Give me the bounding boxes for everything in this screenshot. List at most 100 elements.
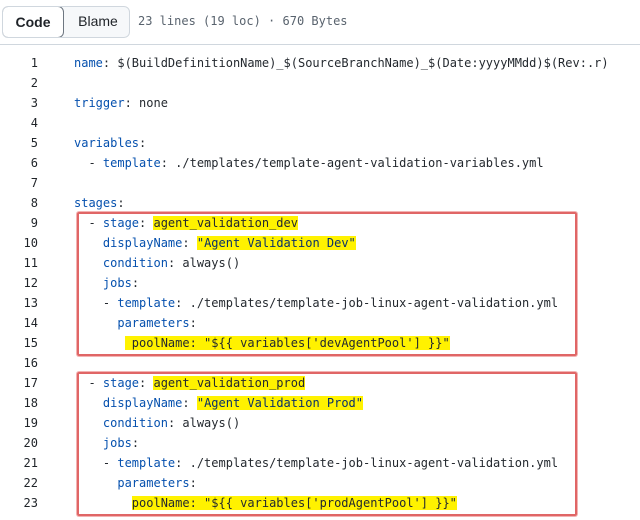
line-content: name: $(BuildDefinitionName)_$(SourceBra… bbox=[74, 53, 609, 73]
code-token: : $(BuildDefinitionName)_$(SourceBranchN… bbox=[102, 56, 609, 70]
line-number[interactable]: 17 bbox=[0, 373, 38, 393]
line-number[interactable]: 23 bbox=[0, 493, 38, 513]
code-token: : bbox=[139, 216, 154, 230]
highlighted-token: poolName: "${{ variables['devAgentPool']… bbox=[124, 336, 450, 350]
code-line: 20 jobs: bbox=[0, 433, 640, 453]
line-content: - stage: agent_validation_dev bbox=[74, 213, 298, 233]
code-line: 19 condition: always() bbox=[0, 413, 640, 433]
line-number[interactable]: 2 bbox=[0, 73, 38, 93]
line-content: parameters: bbox=[74, 313, 197, 333]
code-tab-button[interactable]: Code bbox=[3, 7, 64, 37]
highlighted-token: agent_validation_prod bbox=[153, 376, 306, 390]
code-token: - bbox=[74, 156, 103, 170]
code-line: 2 bbox=[0, 73, 640, 93]
line-number[interactable]: 1 bbox=[0, 53, 38, 73]
code-token: : ./templates/template-agent-validation-… bbox=[160, 156, 544, 170]
code-token: displayName bbox=[102, 396, 183, 410]
line-number[interactable]: 20 bbox=[0, 433, 38, 453]
line-number[interactable]: 3 bbox=[0, 93, 38, 113]
code-token: : ./templates/template-job-linux-agent-v… bbox=[175, 456, 559, 470]
highlighted-token: "Agent Validation Dev" bbox=[196, 236, 356, 250]
code-line: 17 - stage: agent_validation_prod bbox=[0, 373, 640, 393]
code-line: 13 - template: ./templates/template-job-… bbox=[0, 293, 640, 313]
code-token: trigger bbox=[74, 96, 125, 110]
code-token: : bbox=[182, 236, 197, 250]
line-content: poolName: "${{ variables['devAgentPool']… bbox=[74, 333, 450, 353]
line-content: displayName: "Agent Validation Dev" bbox=[74, 233, 356, 253]
code-token: condition bbox=[102, 256, 168, 270]
line-content: jobs: bbox=[74, 273, 139, 293]
line-number[interactable]: 6 bbox=[0, 153, 38, 173]
code-token: : bbox=[189, 316, 197, 330]
code-line: 15 poolName: "${{ variables['devAgentPoo… bbox=[0, 333, 640, 353]
code-line: 18 displayName: "Agent Validation Prod" bbox=[0, 393, 640, 413]
blame-tab-button[interactable]: Blame bbox=[65, 7, 129, 37]
code-token: : none bbox=[124, 96, 168, 110]
line-number[interactable]: 21 bbox=[0, 453, 38, 473]
line-number[interactable]: 22 bbox=[0, 473, 38, 493]
line-number[interactable]: 19 bbox=[0, 413, 38, 433]
code-line: 23 poolName: "${{ variables['prodAgentPo… bbox=[0, 493, 640, 513]
line-content: - template: ./templates/template-job-lin… bbox=[74, 293, 558, 313]
line-content: - template: ./templates/template-job-lin… bbox=[74, 453, 558, 473]
code-token: - bbox=[74, 456, 118, 470]
code-line: 8 stages: bbox=[0, 193, 640, 213]
line-number[interactable]: 12 bbox=[0, 273, 38, 293]
code-line: 4 bbox=[0, 113, 640, 133]
line-number[interactable]: 10 bbox=[0, 233, 38, 253]
code-token: displayName bbox=[102, 236, 183, 250]
file-info: 23 lines (19 loc) · 670 Bytes bbox=[138, 14, 348, 28]
code-token: : ./templates/template-job-linux-agent-v… bbox=[175, 296, 559, 310]
line-number[interactable]: 15 bbox=[0, 333, 38, 353]
code-line: 5 variables: bbox=[0, 133, 640, 153]
code-line: 11 condition: always() bbox=[0, 253, 640, 273]
code-token: stages bbox=[74, 196, 118, 210]
code-token: - bbox=[74, 296, 118, 310]
code-token: : bbox=[182, 396, 197, 410]
code-token: parameters bbox=[117, 316, 190, 330]
highlighted-token: "Agent Validation Prod" bbox=[196, 396, 364, 410]
code-token: template bbox=[102, 156, 161, 170]
line-number[interactable]: 11 bbox=[0, 253, 38, 273]
line-number[interactable]: 16 bbox=[0, 353, 38, 373]
code-token: : bbox=[139, 376, 154, 390]
line-number[interactable]: 14 bbox=[0, 313, 38, 333]
code-line: 6 - template: ./templates/template-agent… bbox=[0, 153, 640, 173]
code-line: 14 parameters: bbox=[0, 313, 640, 333]
line-number[interactable]: 18 bbox=[0, 393, 38, 413]
code-line: 22 parameters: bbox=[0, 473, 640, 493]
highlighted-token: agent_validation_dev bbox=[153, 216, 298, 230]
file-toolbar: Code Blame 23 lines (19 loc) · 670 Bytes bbox=[0, 0, 640, 44]
code-token: - bbox=[74, 216, 103, 230]
code-line: 21 - template: ./templates/template-job-… bbox=[0, 453, 640, 473]
line-number[interactable]: 4 bbox=[0, 113, 38, 133]
code-token: name bbox=[74, 56, 103, 70]
code-token: jobs bbox=[102, 276, 132, 290]
code-line: 9 - stage: agent_validation_dev bbox=[0, 213, 640, 233]
code-token: jobs bbox=[102, 436, 132, 450]
line-content: trigger: none bbox=[74, 93, 168, 113]
code-token: parameters bbox=[117, 476, 190, 490]
line-content: displayName: "Agent Validation Prod" bbox=[74, 393, 364, 413]
code-line: 12 jobs: bbox=[0, 273, 640, 293]
line-number[interactable]: 7 bbox=[0, 173, 38, 193]
code-line: 10 displayName: "Agent Validation Dev" bbox=[0, 233, 640, 253]
code-token: stage bbox=[102, 216, 140, 230]
line-content: variables: bbox=[74, 133, 146, 153]
line-content: - template: ./templates/template-agent-v… bbox=[74, 153, 544, 173]
line-content: jobs: bbox=[74, 433, 139, 453]
line-number[interactable]: 9 bbox=[0, 213, 38, 233]
code-token: template bbox=[117, 296, 176, 310]
line-number[interactable]: 13 bbox=[0, 293, 38, 313]
line-number[interactable]: 5 bbox=[0, 133, 38, 153]
code-token: - bbox=[74, 376, 103, 390]
view-mode-toggle: Code Blame bbox=[2, 6, 130, 38]
line-number[interactable]: 8 bbox=[0, 193, 38, 213]
code-line: 3 trigger: none bbox=[0, 93, 640, 113]
code-line: 16 bbox=[0, 353, 640, 373]
code-token: : bbox=[117, 196, 125, 210]
